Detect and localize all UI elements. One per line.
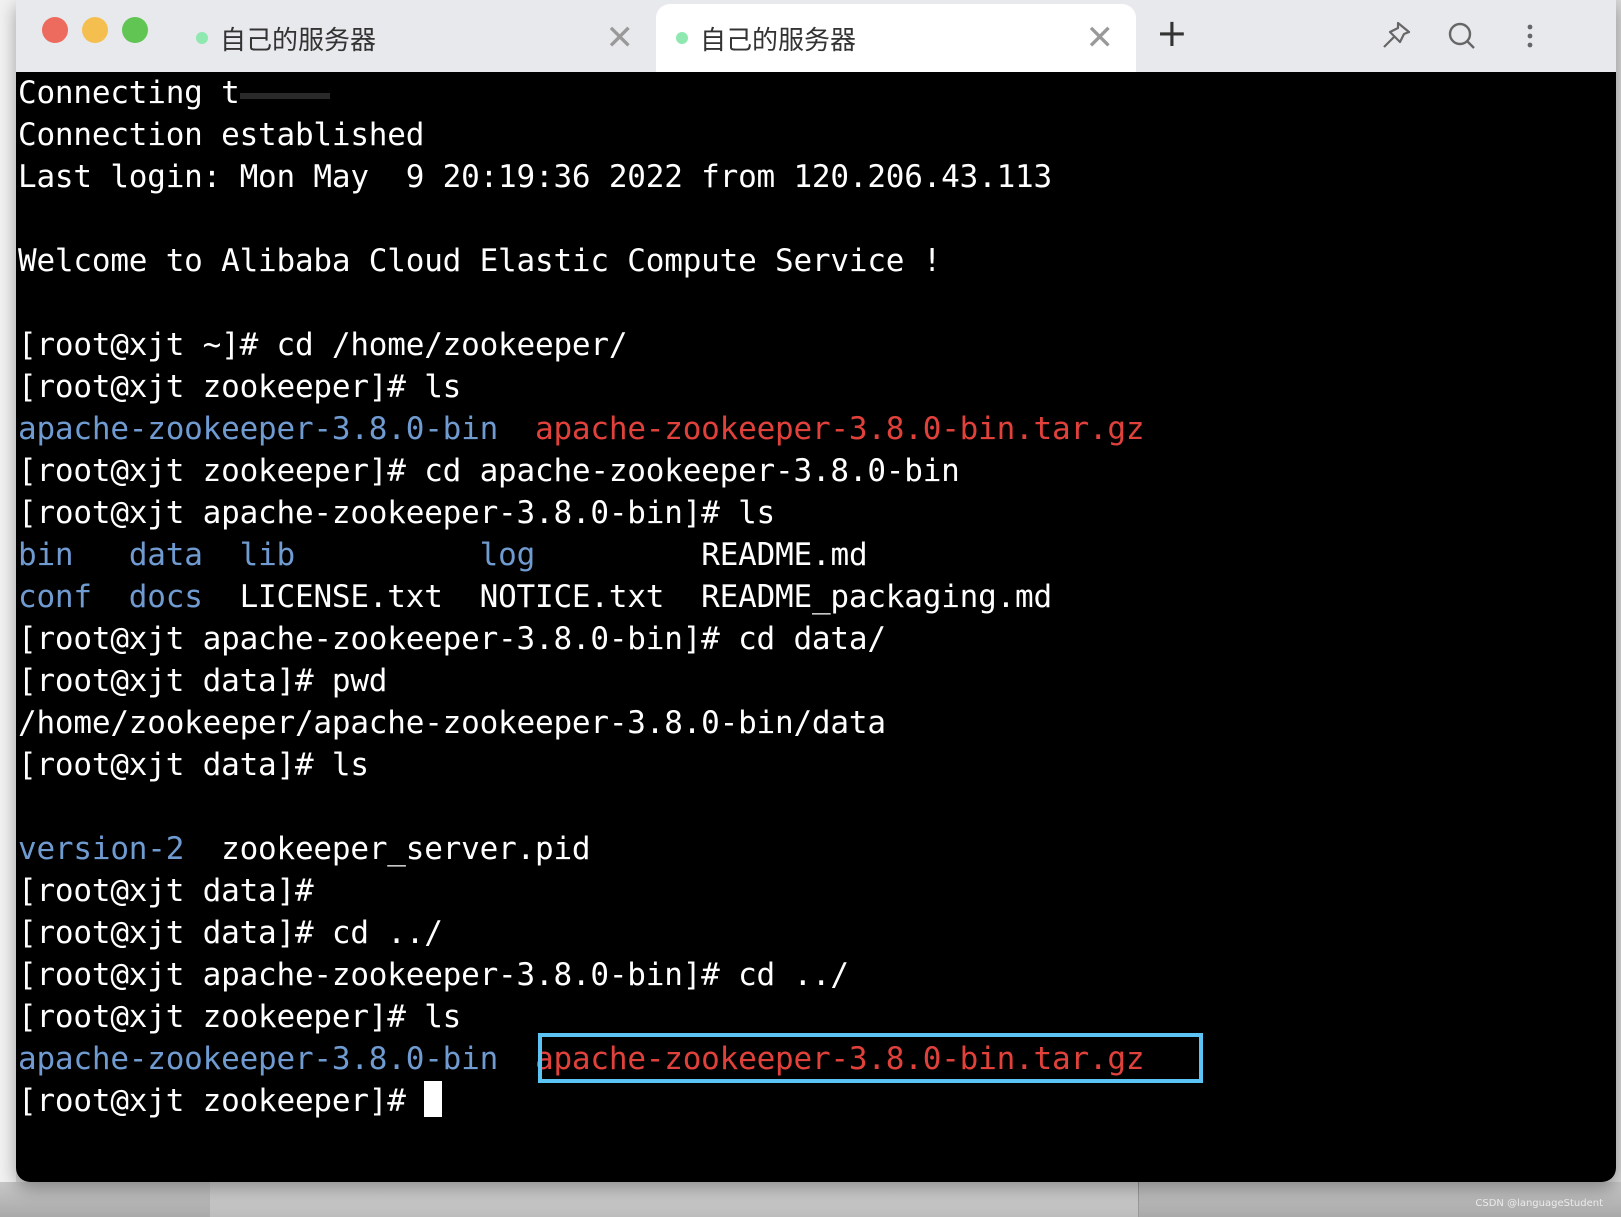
- terminal-text: Last login: Mon May 9 20:19:36 2022 from…: [18, 159, 1052, 195]
- background-panel: [210, 1182, 1139, 1217]
- watermark: CSDN @languageStudent: [1475, 1198, 1603, 1209]
- more-vertical-icon[interactable]: [1512, 18, 1548, 54]
- terminal-text: [root@xjt data]# ls: [18, 747, 369, 783]
- archive-name: apache-zookeeper-3.8.0-bin.tar.gz: [535, 411, 1145, 447]
- close-tab-icon[interactable]: ✕: [606, 21, 635, 55]
- terminal-text: [root@xjt zookeeper]# ls: [18, 999, 462, 1035]
- redacted-host: [239, 93, 330, 99]
- terminal-cursor: [424, 1081, 443, 1117]
- highlight-box: [538, 1033, 1203, 1083]
- terminal-line: [root@xjt zookeeper]# ls: [18, 366, 1144, 408]
- terminal-window: 自己的服务器 ✕ 自己的服务器 ✕ + Connecting t Connecti…: [16, 0, 1616, 1182]
- close-window-button[interactable]: [42, 17, 68, 43]
- terminal-line: [root@xjt data]#: [18, 870, 1144, 912]
- pin-icon[interactable]: [1378, 18, 1414, 54]
- terminal-line: [root@xjt zookeeper]# ls: [18, 996, 1144, 1038]
- terminal-line: [root@xjt apache-zookeeper-3.8.0-bin]# l…: [18, 492, 1144, 534]
- terminal-output[interactable]: Connecting t Connection established Last l…: [16, 72, 1616, 1182]
- tab-server-1[interactable]: 自己的服务器 ✕: [176, 4, 656, 72]
- terminal-text: Connecting t: [18, 75, 240, 111]
- window-controls: [42, 17, 148, 43]
- tab-server-2[interactable]: 自己的服务器 ✕: [656, 4, 1136, 72]
- connection-status-icon: [196, 32, 208, 44]
- terminal-line: Connecting t: [18, 72, 1144, 114]
- terminal-line: Last login: Mon May 9 20:19:36 2022 from…: [18, 156, 1144, 198]
- tab-title: 自己的服务器: [700, 25, 857, 56]
- directory-name: log: [479, 537, 536, 573]
- minimize-window-button[interactable]: [82, 17, 108, 43]
- terminal-line: [root@xjt ~]# cd /home/zookeeper/: [18, 324, 1144, 366]
- directory-name: apache-zookeeper-3.8.0-bin: [18, 411, 499, 447]
- terminal-text: [root@xjt data]#: [18, 873, 314, 909]
- terminal-line: /home/zookeeper/apache-zookeeper-3.8.0-b…: [18, 702, 1144, 744]
- new-tab-button[interactable]: +: [1156, 14, 1188, 52]
- terminal-text: zookeeper_server.pid: [184, 831, 591, 867]
- terminal-lines: Connecting t Connection established Last l…: [18, 72, 1145, 1122]
- directory-name: docs: [128, 579, 203, 615]
- maximize-window-button[interactable]: [122, 17, 148, 43]
- terminal-line: apache-zookeeper-3.8.0-bin apache-zookee…: [18, 408, 1145, 450]
- terminal-line: conf docs LICENSE.txt NOTICE.txt README_…: [18, 576, 1144, 618]
- terminal-line: [root@xjt apache-zookeeper-3.8.0-bin]# c…: [18, 618, 1144, 660]
- terminal-text: Connection established: [18, 117, 425, 153]
- directory-name: apache-zookeeper-3.8.0-bin: [18, 1041, 499, 1077]
- terminal-text: [root@xjt ~]# cd /home/zookeeper/: [18, 327, 628, 363]
- directory-name: conf: [18, 579, 92, 615]
- terminal-text: [root@xjt apache-zookeeper-3.8.0-bin]# c…: [18, 957, 849, 993]
- directory-name: lib: [239, 537, 296, 573]
- connection-status-icon: [676, 32, 688, 44]
- terminal-text: [root@xjt data]# pwd: [18, 663, 388, 699]
- terminal-line: Welcome to Alibaba Cloud Elastic Compute…: [18, 240, 1144, 282]
- terminal-text: /home/zookeeper/apache-zookeeper-3.8.0-b…: [18, 705, 886, 741]
- terminal-text: [root@xjt zookeeper]#: [18, 1083, 425, 1119]
- terminal-text: [root@xjt data]# cd ../: [18, 915, 443, 951]
- terminal-line: [root@xjt apache-zookeeper-3.8.0-bin]# c…: [18, 954, 1144, 996]
- directory-name: data: [128, 537, 203, 573]
- terminal-line: version-2 zookeeper_server.pid: [18, 828, 1144, 870]
- background-app: CSDN @languageStudent: [0, 1182, 1621, 1217]
- terminal-text: [root@xjt zookeeper]# cd apache-zookeepe…: [18, 453, 960, 489]
- terminal-text: [root@xjt zookeeper]# ls: [18, 369, 462, 405]
- tab-title: 自己的服务器: [220, 25, 377, 56]
- terminal-text: [root@xjt apache-zookeeper-3.8.0-bin]# l…: [18, 495, 776, 531]
- terminal-text: README.md: [535, 537, 868, 573]
- terminal-line: [root@xjt data]# cd ../: [18, 912, 1144, 954]
- terminal-text: [root@xjt apache-zookeeper-3.8.0-bin]# c…: [18, 621, 886, 657]
- close-tab-icon[interactable]: ✕: [1086, 21, 1115, 55]
- directory-name: version-2: [18, 831, 185, 867]
- terminal-line: [root@xjt zookeeper]#: [18, 1080, 1144, 1122]
- terminal-line: [root@xjt data]# ls: [18, 744, 1144, 786]
- desktop-background: [0, 0, 16, 1217]
- terminal-line: bin data lib log README.md: [18, 534, 1144, 576]
- terminal-line: [root@xjt data]# pwd: [18, 660, 1144, 702]
- tab-bar: 自己的服务器 ✕ 自己的服务器 ✕ +: [16, 0, 1616, 72]
- terminal-text: Welcome to Alibaba Cloud Elastic Compute…: [18, 243, 942, 279]
- directory-name: bin: [18, 537, 74, 573]
- terminal-text: LICENSE.txt NOTICE.txt README_packaging.…: [202, 579, 1053, 615]
- terminal-line: [root@xjt zookeeper]# cd apache-zookeepe…: [18, 450, 1144, 492]
- search-icon[interactable]: [1444, 18, 1480, 54]
- terminal-line: Connection established: [18, 114, 1144, 156]
